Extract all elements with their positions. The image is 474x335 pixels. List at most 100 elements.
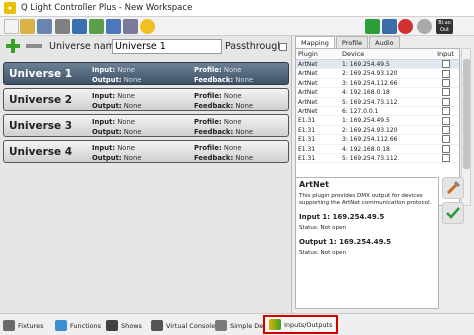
universe-header: Universe name: Passthrough [0, 36, 292, 58]
inputs-outputs-icon [269, 319, 281, 330]
input-checkbox[interactable] [441, 60, 450, 69]
profile-value: None [223, 118, 242, 126]
profile-value: None [223, 144, 242, 152]
stop-all-icon[interactable] [398, 19, 413, 34]
plugin-cell: E1.31 [298, 126, 316, 134]
profile-label: Profile: [194, 118, 222, 126]
live-edit-icon[interactable] [123, 19, 138, 34]
apply-mapping-button[interactable] [442, 202, 464, 224]
table-row[interactable]: E1.31 1: 169.254.49.5 [296, 116, 459, 126]
table-row[interactable]: E1.31 2: 169.254.93.120 [296, 125, 459, 136]
scrollbar-thumb[interactable] [463, 59, 470, 169]
input-value: None [117, 144, 135, 152]
feedback-label: Feedback: [194, 76, 234, 84]
device-cell: 5: 169.254.73.112 [342, 154, 398, 162]
remove-universe-icon[interactable] [26, 44, 42, 48]
output-value: None [123, 102, 142, 110]
output-label: Output: [92, 128, 122, 136]
input-heading: Input 1: 169.254.49.5 [299, 213, 385, 221]
universe-item-4[interactable]: Universe 4 Input: None Output: None Prof… [3, 140, 289, 163]
device-cell: 3: 169.254.112.66 [342, 79, 398, 87]
input-status: Status: Not open [299, 225, 347, 231]
input-checkbox[interactable] [441, 69, 450, 78]
tab-shows-label: Shows [121, 321, 142, 330]
plugin-info-box: ArtNet This plugin provides DMX output f… [295, 177, 439, 309]
universe-item-2[interactable]: Universe 2 Input: None Output: None Prof… [3, 88, 289, 111]
passthrough-checkbox[interactable] [279, 43, 287, 51]
feedback-value: None [235, 102, 254, 110]
monitor-icon[interactable] [55, 19, 70, 34]
output-value: None [123, 154, 142, 162]
operate-mode-icon[interactable] [365, 19, 380, 34]
open-folder-icon[interactable] [20, 19, 35, 34]
table-row[interactable]: ArtNet 1: 169.254.49.5 [296, 60, 459, 70]
address-tool-icon[interactable] [72, 19, 87, 34]
virtual-console-icon [151, 320, 163, 331]
input-checkbox[interactable] [441, 107, 450, 116]
input-checkbox[interactable] [441, 125, 450, 134]
table-row[interactable]: E1.31 5: 169.254.73.112 [296, 154, 459, 164]
tab-inputs-outputs[interactable]: Inputs/Outputs [263, 315, 339, 334]
title-bar: ✦ Q Light Controller Plus - New Workspac… [0, 0, 474, 17]
universe-item-3[interactable]: Universe 3 Input: None Output: None Prof… [3, 114, 289, 137]
dmx-dump-icon[interactable] [106, 19, 121, 34]
universe-name-input[interactable] [112, 39, 222, 54]
profile-value: None [223, 66, 242, 74]
fixture-tool-icon[interactable] [89, 19, 104, 34]
plugin-cell: ArtNet [298, 98, 318, 106]
device-cell: 4: 192.168.0.18 [342, 145, 390, 153]
plugin-info-description: This plugin provides DMX output for devi… [299, 193, 432, 206]
input-value: None [117, 66, 135, 74]
input-checkbox[interactable] [441, 144, 450, 153]
tab-inputs-outputs-label: Inputs/Outputs [284, 320, 333, 329]
table-row[interactable]: ArtNet 2: 169.254.93.120 [296, 69, 459, 79]
universe-item-1[interactable]: Universe 1 Input: None Output: None Prof… [3, 62, 289, 85]
input-checkbox[interactable] [441, 116, 450, 125]
input-checkbox[interactable] [441, 78, 450, 87]
universe-title: Universe 3 [9, 120, 73, 132]
universe-title: Universe 4 [9, 146, 73, 158]
table-row[interactable]: E1.31 3: 169.254.112.66 [296, 135, 459, 145]
tab-functions[interactable]: Functions [55, 318, 101, 333]
tab-audio[interactable]: Audio [369, 36, 400, 48]
help-icon[interactable] [140, 19, 155, 34]
input-label: Input: [92, 118, 116, 126]
input-value: None [117, 92, 135, 100]
table-header: Plugin Device Input [296, 49, 459, 60]
close-icon[interactable] [417, 19, 432, 34]
tab-functions-label: Functions [70, 321, 102, 330]
blackout-button[interactable]: Bl.ao Out [436, 19, 453, 34]
input-checkbox[interactable] [441, 88, 450, 97]
column-input[interactable]: Input [432, 49, 459, 59]
check-icon [446, 207, 460, 219]
table-row[interactable]: ArtNet 5: 169.254.73.112 [296, 97, 459, 107]
plugin-cell: ArtNet [298, 107, 318, 115]
feedback-label: Feedback: [194, 128, 234, 136]
input-checkbox[interactable] [441, 154, 450, 163]
io-tabs: Mapping Profile Audio [295, 36, 401, 48]
tab-profile[interactable]: Profile [335, 36, 369, 48]
tab-virtual-console-label: Virtual Console [166, 321, 216, 330]
device-cell: 4: 192.168.0.18 [342, 89, 390, 97]
table-row[interactable]: ArtNet 4: 192.168.0.18 [296, 88, 459, 98]
output-label: Output: [92, 76, 122, 84]
new-workspace-icon[interactable] [4, 19, 19, 34]
table-row[interactable]: ArtNet 3: 169.254.112.66 [296, 78, 459, 89]
tab-mapping[interactable]: Mapping [295, 36, 335, 48]
profile-label: Profile: [194, 92, 222, 100]
design-mode-icon[interactable] [382, 19, 397, 34]
table-row[interactable]: E1.31 4: 192.168.0.18 [296, 144, 459, 154]
column-device[interactable]: Device [340, 49, 432, 59]
tab-virtual-console[interactable]: Virtual Console [151, 318, 215, 333]
tab-shows[interactable]: Shows [106, 318, 142, 333]
column-plugin[interactable]: Plugin [296, 49, 340, 59]
plugin-cell: E1.31 [298, 154, 316, 162]
table-row[interactable]: ArtNet 6: 127.0.0.1 [296, 107, 459, 117]
configure-plugin-button[interactable] [442, 177, 464, 199]
window-title: Q Light Controller Plus - New Workspace [21, 3, 193, 13]
input-checkbox[interactable] [441, 97, 450, 106]
input-checkbox[interactable] [441, 135, 450, 144]
tab-fixtures[interactable]: Fixtures [3, 318, 44, 333]
add-universe-icon[interactable] [6, 39, 20, 53]
save-icon[interactable] [37, 19, 52, 34]
